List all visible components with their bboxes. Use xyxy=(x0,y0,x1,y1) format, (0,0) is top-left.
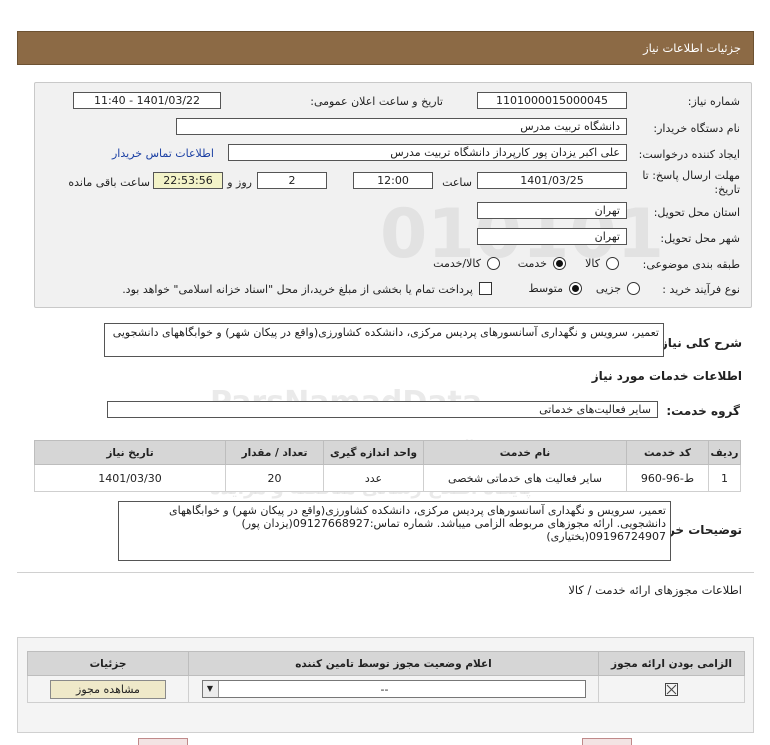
category-option-goods: کالا xyxy=(585,257,600,270)
treasury-checkbox[interactable] xyxy=(479,282,492,295)
city-label: شهر محل تحویل: xyxy=(660,232,740,245)
need-number-label: شماره نیاز: xyxy=(687,95,740,108)
payment-note: پرداخت تمام یا بخشی از مبلغ خرید،از محل … xyxy=(122,283,473,296)
page-header: جزئیات اطلاعات نیاز xyxy=(17,31,754,65)
permit-status-value: -- xyxy=(380,683,389,696)
process-option-medium: متوسط xyxy=(528,282,563,295)
days-field: 2 xyxy=(257,172,327,189)
divider xyxy=(17,572,754,573)
creator-field: علی اکبر یزدان پور کارپرداز دانشگاه تربی… xyxy=(228,144,627,161)
cell-permit-details: مشاهده مجوز xyxy=(27,675,189,703)
province-label: استان محل تحویل: xyxy=(653,206,740,219)
cell-row: 1 xyxy=(708,464,741,492)
col-quantity: تعداد / مقدار xyxy=(225,440,324,465)
service-group-field: سایر فعالیت‌های خدماتی xyxy=(107,401,658,418)
view-permit-button[interactable]: مشاهده مجوز xyxy=(50,679,166,699)
remaining-time-field: 22:53:56 xyxy=(153,172,223,189)
process-radio-medium[interactable] xyxy=(569,282,582,295)
deadline-label: مهلت ارسال پاسخ: تا xyxy=(642,169,740,182)
deadline-time-label: ساعت xyxy=(442,176,472,189)
summary-label: شرح کلی نیاز: xyxy=(656,336,742,350)
province-field: تهران xyxy=(477,202,627,219)
service-group-label: گروه خدمت: xyxy=(666,404,740,418)
buyer-notes-text: تعمیر، سرویس و نگهداری آسانسورهای پردیس … xyxy=(118,501,671,561)
col-need-date: تاریخ نیاز xyxy=(34,440,226,465)
services-header-row: ردیف کد خدمت نام خدمت واحد اندازه گیری ت… xyxy=(34,440,741,465)
remaining-label: ساعت باقی مانده xyxy=(68,176,150,189)
category-radio-goods-service[interactable] xyxy=(487,257,500,270)
cell-name: سایر فعالیت های خدماتی شخصی xyxy=(423,464,627,492)
cell-unit: عدد xyxy=(323,464,424,492)
announce-label: تاریخ و ساعت اعلان عمومی: xyxy=(310,95,443,108)
permit-status-select[interactable]: -- ▼ xyxy=(201,680,586,698)
bottom-button[interactable] xyxy=(582,738,632,745)
col-name: نام خدمت xyxy=(423,440,627,465)
process-option-minor: جزیی xyxy=(595,282,621,295)
creator-label: ایجاد کننده درخواست: xyxy=(638,148,740,161)
summary-text: تعمیر، سرویس و نگهداری آسانسورهای پردیس … xyxy=(104,323,664,357)
cell-permit-required xyxy=(598,675,745,703)
col-permit-required: الزامی بودن ارائه مجوز xyxy=(598,651,745,676)
col-permit-status: اعلام وضعیت مجوز توسط تامین کننده xyxy=(188,651,599,676)
buyer-contact-link[interactable]: اطلاعات تماس خریدار xyxy=(112,147,214,160)
category-radio-service[interactable] xyxy=(553,257,566,270)
table-row: 1 ط-96-960 سایر فعالیت های خدماتی شخصی ع… xyxy=(34,464,741,492)
category-option-goods-service: کالا/خدمت xyxy=(433,257,481,270)
category-label: طبقه بندی موضوعی: xyxy=(642,258,740,271)
cell-code: ط-96-960 xyxy=(626,464,709,492)
process-radio-minor[interactable] xyxy=(627,282,640,295)
permits-table: الزامی بودن ارائه مجوز اعلام وضعیت مجوز … xyxy=(27,651,745,703)
col-row: ردیف xyxy=(708,440,741,465)
announce-field: 1401/03/22 - 11:40 xyxy=(73,92,221,109)
col-code: کد خدمت xyxy=(626,440,709,465)
deadline-time-field: 12:00 xyxy=(353,172,433,189)
table-row: -- ▼ مشاهده مجوز xyxy=(27,675,745,703)
chevron-down-icon[interactable]: ▼ xyxy=(202,681,219,697)
page-title: جزئیات اطلاعات نیاز xyxy=(643,41,741,55)
cell-permit-status: -- ▼ xyxy=(188,675,599,703)
bottom-button[interactable] xyxy=(138,738,188,745)
cell-quantity: 20 xyxy=(225,464,324,492)
cell-need-date: 1401/03/30 xyxy=(34,464,226,492)
process-label: نوع فرآیند خرید : xyxy=(662,283,740,296)
required-checkbox-icon xyxy=(665,682,678,696)
services-table: ردیف کد خدمت نام خدمت واحد اندازه گیری ت… xyxy=(34,440,741,492)
buyer-org-field: دانشگاه تربیت مدرس xyxy=(176,118,627,135)
need-number-field: 1101000015000045 xyxy=(477,92,627,109)
services-title: اطلاعات خدمات مورد نیاز xyxy=(591,369,742,383)
info-panel xyxy=(34,82,752,308)
city-field: تهران xyxy=(477,228,627,245)
permits-header-row: الزامی بودن ارائه مجوز اعلام وضعیت مجوز … xyxy=(27,651,745,676)
deadline-label-date: تاریخ: xyxy=(714,183,740,196)
permits-title: اطلاعات مجوزهای ارائه خدمت / کالا xyxy=(568,583,742,597)
days-label: روز و xyxy=(227,176,252,189)
col-permit-details: جزئیات xyxy=(27,651,189,676)
deadline-date-field: 1401/03/25 xyxy=(477,172,627,189)
buyer-org-label: نام دستگاه خریدار: xyxy=(653,122,740,135)
category-option-service: خدمت xyxy=(517,257,547,270)
category-radio-goods[interactable] xyxy=(606,257,619,270)
col-unit: واحد اندازه گیری xyxy=(323,440,424,465)
